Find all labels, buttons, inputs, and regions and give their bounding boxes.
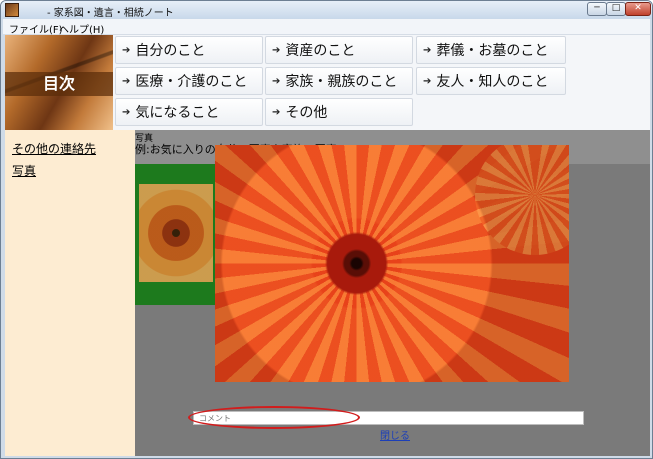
arrow-right-icon: ➔: [272, 44, 281, 56]
client-area: 目次 ➔ 自分のこと ➔ 資産のこと ➔ 葬儀・お墓のこと ➔ 医療・介護のこと…: [5, 35, 650, 456]
window-title: - 家系図・遺言・相続ノート: [47, 8, 174, 19]
menu-file[interactable]: ファイル(F): [9, 21, 63, 36]
nav-button-funeral-grave[interactable]: ➔ 葬儀・お墓のこと: [416, 36, 566, 64]
photo-content: 写真 例:お気に入りの自分の写真や家族の写真 閉じる: [135, 130, 650, 456]
sidebar: その他の連絡先 写真: [5, 130, 135, 456]
nav-button-label: 自分のこと: [135, 43, 206, 59]
maximize-button[interactable]: □: [606, 2, 626, 16]
enlarged-photo: [215, 145, 569, 382]
nav-button-assets[interactable]: ➔ 資産のこと: [265, 36, 413, 64]
sidebar-link-other-contacts[interactable]: その他の連絡先: [12, 140, 96, 157]
nav-button-label: 資産のこと: [285, 43, 356, 59]
menu-help[interactable]: ヘルプ(H): [59, 21, 104, 36]
nav-button-medical-care[interactable]: ➔ 医療・介護のこと: [115, 67, 263, 95]
close-viewer-link[interactable]: 閉じる: [380, 427, 410, 442]
minimize-button[interactable]: ─: [587, 2, 607, 16]
title-bar[interactable]: - 家系図・遺言・相続ノート ─ □ ✕: [1, 1, 652, 19]
photo-thumbnail-frame[interactable]: [135, 164, 217, 305]
arrow-right-icon: ➔: [272, 106, 281, 118]
nav-button-label: 医療・介護のこと: [135, 74, 248, 90]
nav-button-other[interactable]: ➔ その他: [265, 98, 413, 126]
close-window-button[interactable]: ✕: [625, 2, 651, 16]
photo-thumbnail[interactable]: [139, 184, 213, 282]
arrow-right-icon: ➔: [423, 75, 432, 87]
nav-button-self[interactable]: ➔ 自分のこと: [115, 36, 263, 64]
index-label: 目次: [5, 72, 113, 96]
sidebar-link-photos[interactable]: 写真: [12, 162, 36, 179]
nav-button-label: 友人・知人のこと: [436, 74, 549, 90]
nav-button-label: 葬儀・お墓のこと: [436, 43, 549, 59]
nav-button-family[interactable]: ➔ 家族・親族のこと: [265, 67, 413, 95]
app-icon[interactable]: [5, 3, 19, 17]
nav-button-label: その他: [285, 105, 328, 121]
photo-detail: [475, 145, 569, 255]
menu-bar: ファイル(F) ヘルプ(H): [3, 19, 650, 36]
arrow-right-icon: ➔: [423, 44, 432, 56]
arrow-right-icon: ➔: [122, 75, 131, 87]
nav-button-concerns[interactable]: ➔ 気になること: [115, 98, 263, 126]
arrow-right-icon: ➔: [122, 44, 131, 56]
index-banner: 目次: [5, 35, 113, 130]
arrow-right-icon: ➔: [122, 106, 131, 118]
nav-button-label: 家族・親族のこと: [285, 74, 398, 90]
nav-button-label: 気になること: [135, 105, 220, 121]
comment-input[interactable]: [193, 411, 584, 425]
arrow-right-icon: ➔: [272, 75, 281, 87]
app-window: - 家系図・遺言・相続ノート ─ □ ✕ ファイル(F) ヘルプ(H) 目次 ➔…: [0, 0, 653, 459]
nav-button-friends[interactable]: ➔ 友人・知人のこと: [416, 67, 566, 95]
